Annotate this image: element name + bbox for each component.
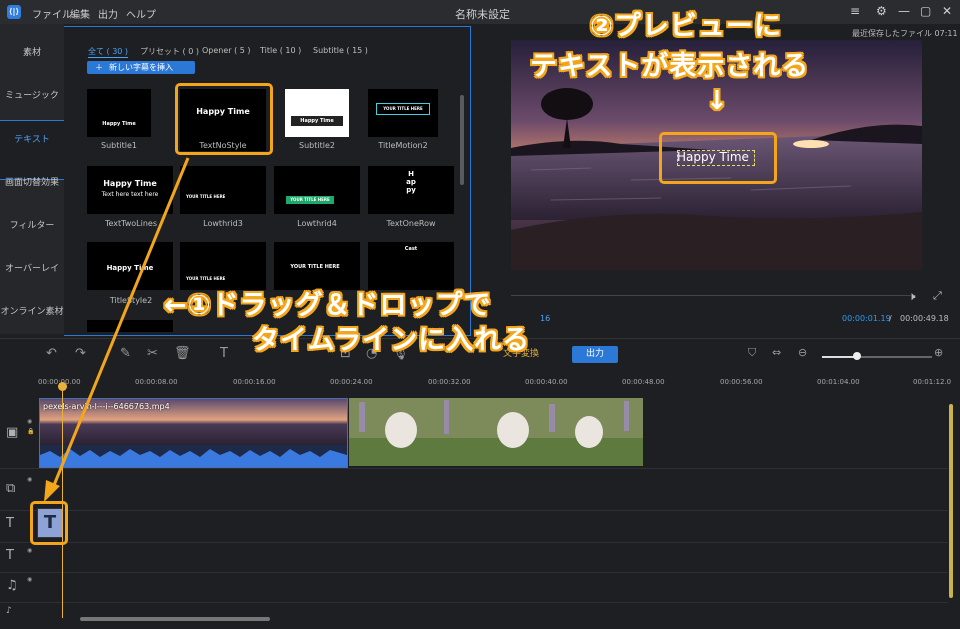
callout-preview-line2: テキストが表示される	[530, 51, 810, 82]
callout-preview-arrow: ↓	[706, 86, 728, 116]
callout-drag-drop-line1: ←①ドラッグ＆ドロップで	[164, 290, 492, 321]
callout-preview-line1: ②プレビューに	[590, 11, 782, 42]
callout-drag-drop-line2: タイムラインに入れる	[252, 325, 531, 356]
